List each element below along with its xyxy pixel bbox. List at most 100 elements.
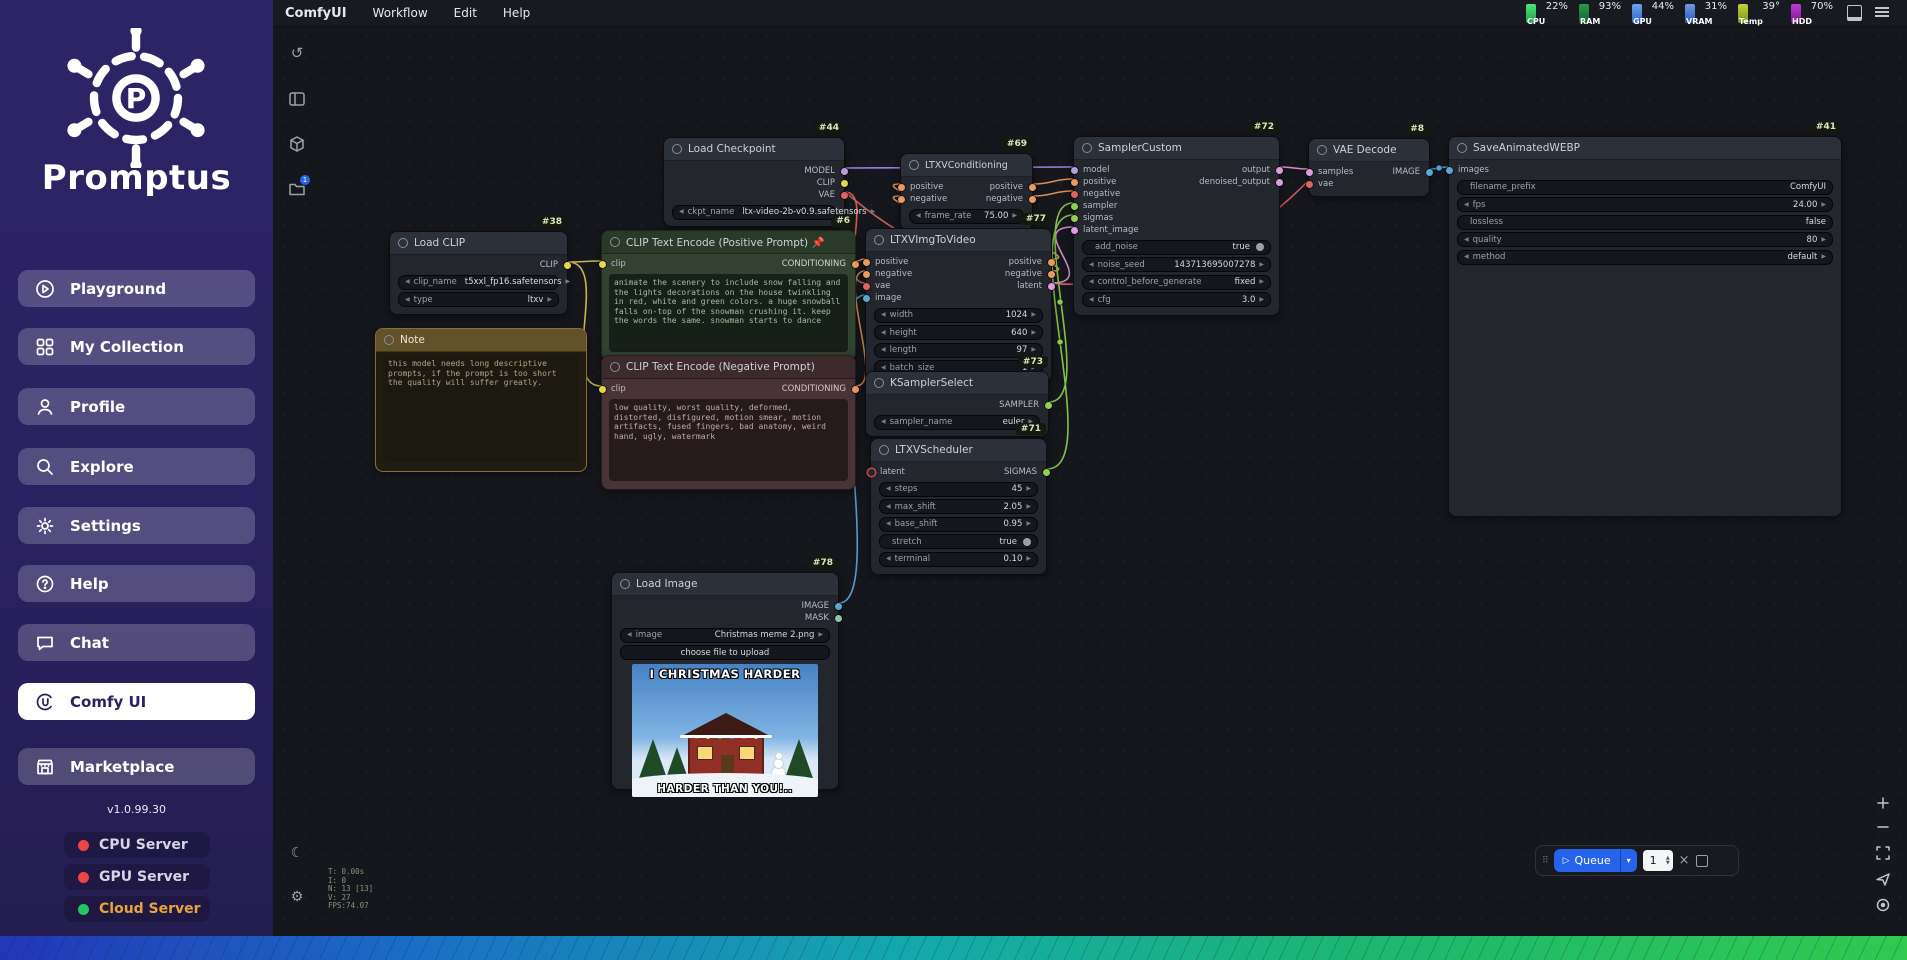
theme-moon-icon[interactable]: ☾ [284,840,310,866]
widget-noise-seed[interactable]: ◀noise_seed143713695007278▶ [1082,257,1271,272]
widget-type[interactable]: ◀typeltxv▶ [398,292,559,307]
node-clip-text-encode-positive[interactable]: #6 CLIP Text Encode (Positive Prompt) 📌 … [601,230,856,361]
node-header[interactable]: Load Checkpoint [664,138,844,161]
workflows-folder-icon[interactable]: 1 [284,176,310,202]
chevron-down-icon[interactable]: ▾ [1620,849,1637,872]
node-ltxv-conditioning[interactable]: #69 LTXVConditioning positivepositive ne… [900,153,1033,231]
queue-button[interactable]: ▷Queue ▾ [1554,849,1637,872]
slot-model-input[interactable] [1071,167,1078,174]
widget-frame-rate[interactable]: ◀frame_rate75.00▶ [909,209,1024,224]
sidebar-item-profile[interactable]: Profile [18,388,255,425]
note-textarea[interactable]: this model needs long descriptive prompt… [383,355,579,462]
slot-image-input[interactable] [863,295,870,302]
slot-positive-input[interactable] [898,184,905,191]
slot-positive-input[interactable] [1071,179,1078,186]
widget-fps[interactable]: ◀fps24.00▶ [1457,197,1833,212]
slot-latent-output[interactable] [1048,283,1055,290]
widget-method[interactable]: ◀methoddefault▶ [1457,250,1833,265]
slot-latent-image-input[interactable] [1071,227,1078,234]
node-header[interactable]: Note [376,329,586,352]
slot-positive-output[interactable] [1048,259,1055,266]
node-header[interactable]: CLIP Text Encode (Negative Prompt) [602,356,855,379]
stop-icon[interactable] [1696,855,1708,867]
collapse-dot[interactable] [1317,145,1327,155]
slot-samples-input[interactable] [1306,169,1313,176]
node-save-animated-webp[interactable]: #41 SaveAnimatedWEBP images filename_pre… [1448,136,1842,517]
sidebar-item-playground[interactable]: Playground [18,270,255,307]
model-library-icon[interactable] [284,131,310,157]
widget-width[interactable]: ◀width1024▶ [874,308,1043,323]
slot-vae-input[interactable] [1306,181,1313,188]
pan-mode-button[interactable] [1872,868,1894,890]
menu-icon[interactable] [1875,5,1891,21]
negative-prompt-textarea[interactable]: low quality, worst quality, deformed, di… [609,399,848,481]
node-header[interactable]: Load Image [612,573,838,596]
widget-image[interactable]: ◀imageChristmas meme 2.png▶ [620,628,830,643]
collapse-dot[interactable] [610,362,620,372]
widget-steps[interactable]: ◀steps45▶ [879,482,1038,497]
slot-negative-input[interactable] [1071,191,1078,198]
slot-output-output[interactable] [1276,167,1283,174]
node-load-checkpoint[interactable]: #44 Load Checkpoint MODEL CLIP VAE ◀ckpt… [663,137,845,227]
widget-max-shift[interactable]: ◀max_shift2.05▶ [879,499,1038,514]
collapse-dot[interactable] [1082,143,1092,153]
slot-sigmas-input[interactable] [1071,215,1078,222]
slot-sampler-output[interactable] [1045,402,1052,409]
toggle-knob[interactable] [1256,243,1264,251]
drag-handle[interactable]: ⠿ [1542,857,1548,865]
widget-length[interactable]: ◀length97▶ [874,343,1043,358]
menu-workflow[interactable]: Workflow [373,6,428,20]
focus-selection-button[interactable] [1872,894,1894,916]
stepper-arrows[interactable]: ▲▼ [1666,856,1670,866]
sidebar-item-explore[interactable]: Explore [18,448,255,485]
clear-queue-icon[interactable]: × [1679,853,1690,868]
slot-negative-input[interactable] [898,196,905,203]
slot-mask-output[interactable] [835,615,842,622]
fit-view-button[interactable] [1872,842,1894,864]
canvas-settings-gear-icon[interactable]: ⚙ [284,884,310,910]
slot-negative-output[interactable] [1029,196,1036,203]
slot-negative-output[interactable] [1048,271,1055,278]
collapse-dot[interactable] [384,335,394,345]
widget-stretch[interactable]: stretchtrue [879,534,1038,549]
widget-filename-prefix[interactable]: filename_prefixComfyUI [1457,180,1833,195]
node-ltxv-scheduler[interactable]: #71 LTXVScheduler latentSIGMAS ◀steps45▶… [870,438,1047,575]
widget-height[interactable]: ◀height640▶ [874,325,1043,340]
positive-prompt-textarea[interactable]: animate the scenery to include snow fall… [609,274,848,352]
slot-clip-input[interactable] [599,261,606,268]
widget-terminal[interactable]: ◀terminal0.10▶ [879,552,1038,567]
zoom-in-button[interactable] [1872,792,1894,814]
node-load-image[interactable]: #78 Load Image IMAGE MASK ◀imageChristma… [611,572,839,790]
widget-quality[interactable]: ◀quality80▶ [1457,232,1833,247]
node-clip-text-encode-negative[interactable]: CLIP Text Encode (Negative Prompt) clipC… [601,355,856,490]
collapse-dot[interactable] [398,238,408,248]
widget-control-before-generate[interactable]: ◀control_before_generatefixed▶ [1082,275,1271,290]
sidebar-item-chat[interactable]: Chat [18,624,255,661]
collapse-dot[interactable] [874,378,884,388]
upload-button[interactable]: choose file to upload [620,645,830,660]
menu-comfyui[interactable]: ComfyUI [285,6,347,21]
widget-clip-name[interactable]: ◀clip_namet5xxl_fp16.safetensors▶ [398,275,559,290]
zoom-out-button[interactable] [1872,816,1894,838]
slot-images-input[interactable] [1446,167,1453,174]
node-header[interactable]: KSamplerSelect [866,372,1048,395]
node-header[interactable]: CLIP Text Encode (Positive Prompt) 📌 [602,231,855,254]
slot-positive-input[interactable] [863,259,870,266]
widget-add-noise[interactable]: add_noisetrue [1082,240,1271,255]
slot-image-output[interactable] [835,603,842,610]
slot-clip-input[interactable] [599,386,606,393]
widget-base-shift[interactable]: ◀base_shift0.95▶ [879,517,1038,532]
node-header[interactable]: VAE Decode [1309,139,1429,162]
collapse-dot[interactable] [879,445,889,455]
collapse-dot[interactable] [909,160,919,170]
slot-model-output[interactable] [841,168,848,175]
widget-cfg[interactable]: ◀cfg3.0▶ [1082,292,1271,307]
slot-conditioning-output[interactable] [852,261,859,268]
node-header[interactable]: LTXVImgToVideo [866,229,1051,252]
slot-denoised-output[interactable] [1276,179,1283,186]
collapse-dot[interactable] [620,579,630,589]
sidebar-item-help[interactable]: Help [18,565,255,602]
sidebar-item-settings[interactable]: Settings [18,507,255,544]
slot-image-output[interactable] [1426,169,1433,176]
history-icon[interactable]: ↺ [284,40,310,66]
